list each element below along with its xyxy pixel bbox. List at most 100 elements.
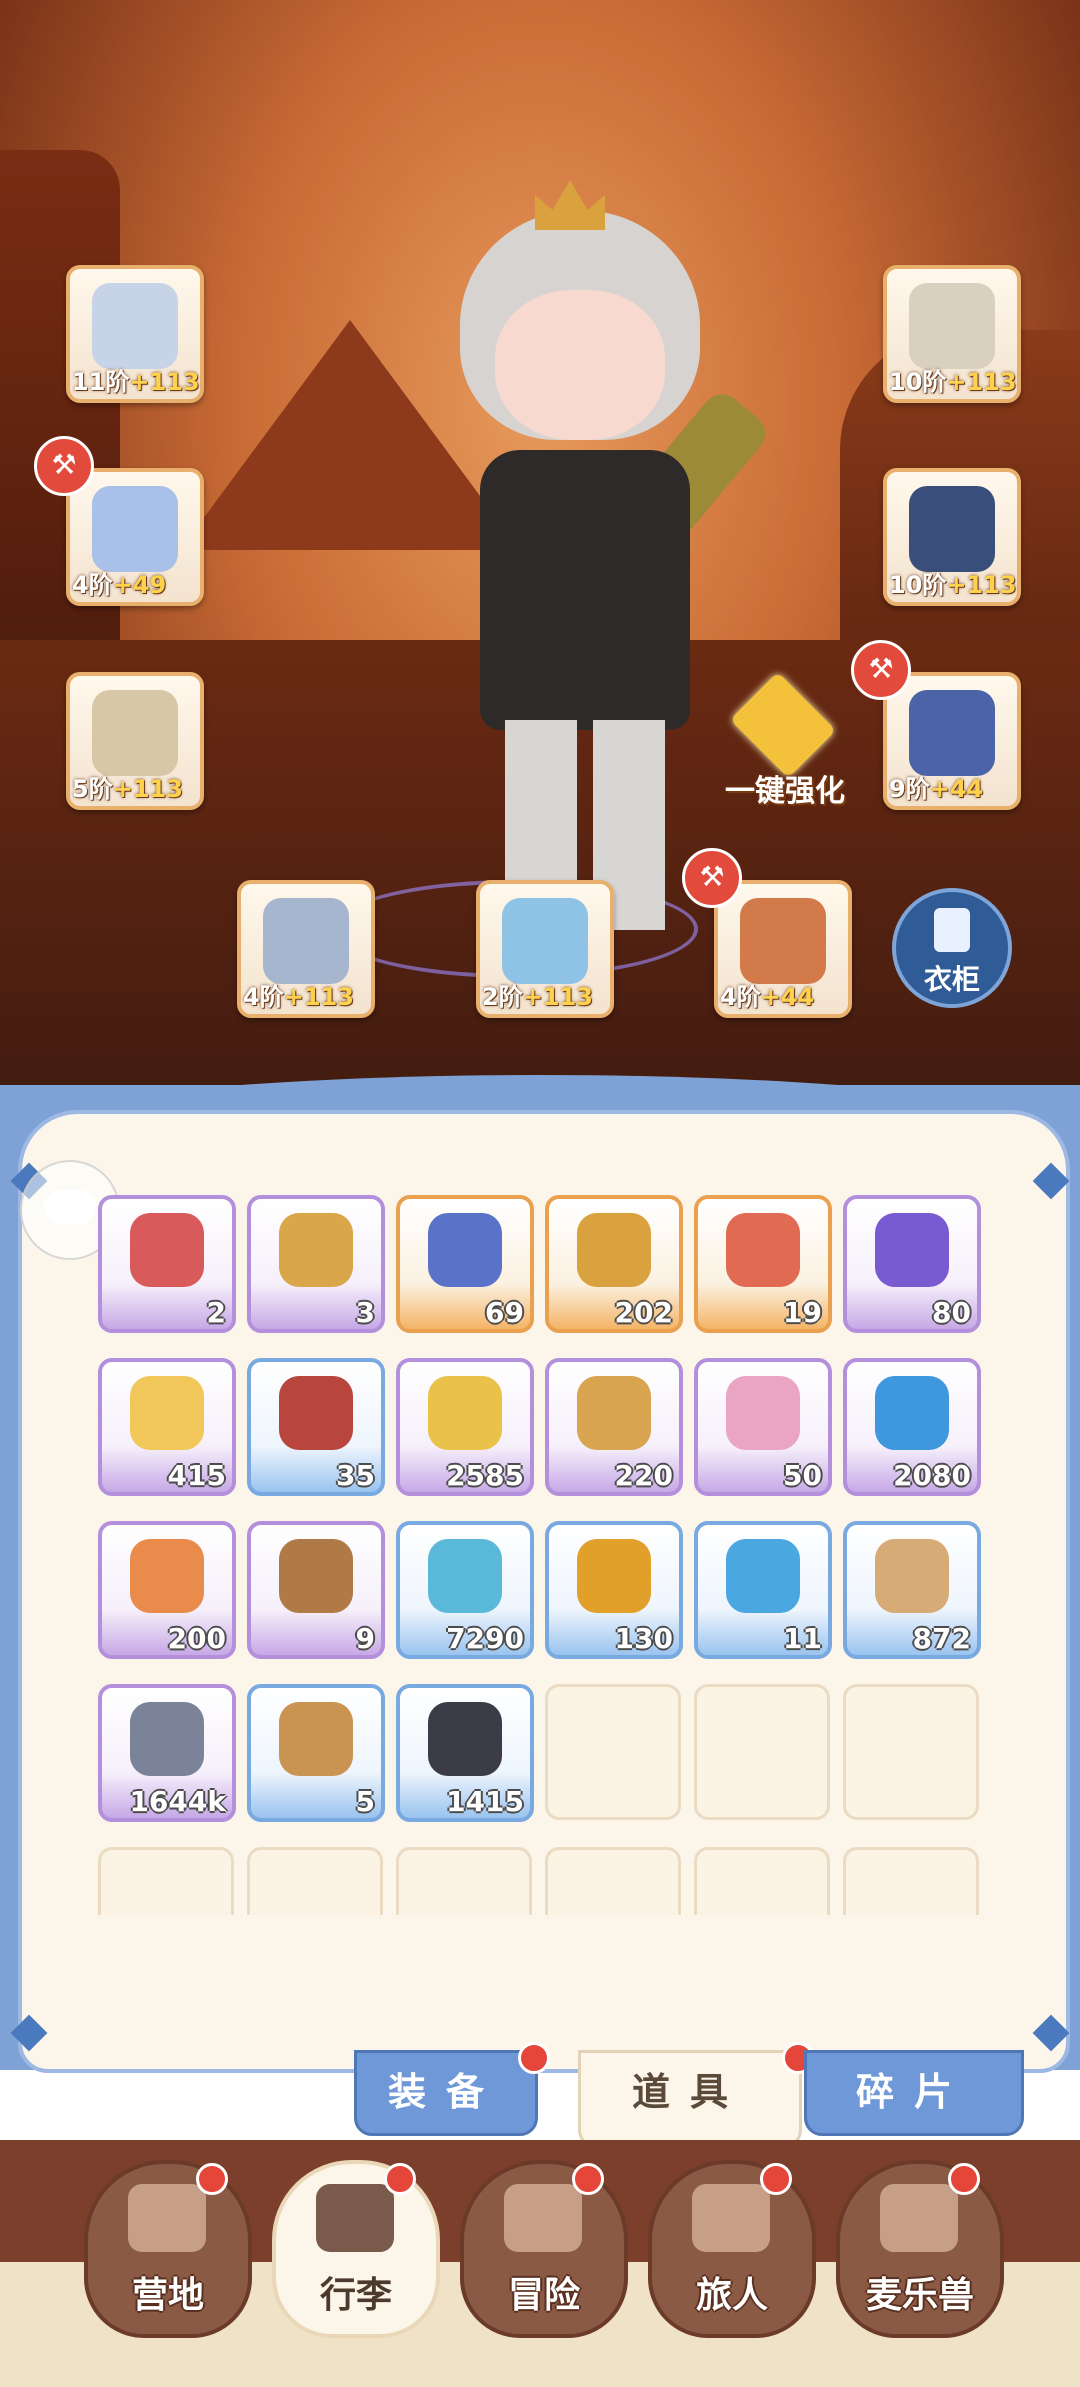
level-text: 4阶 [72, 571, 113, 599]
shoulder-icon [909, 486, 995, 572]
pet-icon [880, 2184, 958, 2252]
bonus-text: +44 [760, 983, 815, 1011]
nav-camp[interactable]: 营地 [84, 2160, 252, 2338]
ring-slot[interactable]: 4阶+113 [237, 880, 375, 1018]
level-text: 2阶 [482, 983, 523, 1011]
nav-adventure-label: 冒险 [507, 2275, 580, 2316]
belt-icon [92, 690, 178, 776]
tab-equipment[interactable]: 装备 [354, 2050, 538, 2136]
red-card-icon [726, 1213, 800, 1287]
helmet-slot[interactable]: 10阶+113 [883, 265, 1021, 403]
inventory-item[interactable]: 69 [396, 1195, 534, 1333]
empty-slot [396, 1847, 532, 1915]
shoulder-slot[interactable]: 10阶+113 [883, 468, 1021, 606]
inventory-item[interactable]: 19 [694, 1195, 832, 1333]
level-text: 4阶 [243, 983, 284, 1011]
slot-level: 4阶+44 [720, 977, 846, 1012]
notification-dot [760, 2163, 792, 2195]
blue-orb-icon [726, 1539, 800, 1613]
inventory-item[interactable]: 50 [694, 1358, 832, 1496]
inventory-item[interactable]: 1644k [98, 1684, 236, 1822]
inventory-item[interactable]: 5 [247, 1684, 385, 1822]
item-count: 69 [485, 1296, 524, 1329]
armor-slot[interactable]: 4阶+49 [66, 468, 204, 606]
inventory-item[interactable]: 9 [247, 1521, 385, 1659]
item-count: 35 [336, 1459, 375, 1492]
inventory-item[interactable]: 35 [247, 1358, 385, 1496]
nav-traveler-label: 旅人 [695, 2275, 768, 2316]
item-count: 80 [932, 1296, 971, 1329]
item-count: 19 [783, 1296, 822, 1329]
slot-level: 11阶+113 [72, 362, 200, 397]
anvil-icon [729, 671, 837, 779]
star-cookie-icon [577, 1376, 651, 1450]
castle-icon [128, 2184, 206, 2252]
item-count: 1415 [446, 1785, 524, 1818]
inventory-item[interactable]: 2 [98, 1195, 236, 1333]
ingot-icon [130, 1702, 204, 1776]
potion-icon [130, 1213, 204, 1287]
leaf-icon [428, 1376, 502, 1450]
one-click-enhance-button[interactable]: 一键强化 [700, 671, 870, 810]
nav-traveler[interactable]: 旅人 [648, 2160, 816, 2338]
slot-level: 10阶+113 [889, 565, 1017, 600]
inventory-item[interactable]: 872 [843, 1521, 981, 1659]
empty-slot [545, 1684, 681, 1820]
player-character[interactable] [420, 180, 774, 940]
inventory-item[interactable]: 200 [98, 1521, 236, 1659]
notification-dot [518, 2042, 550, 2074]
empty-slot [545, 1847, 681, 1915]
nav-adventure[interactable]: 冒险 [460, 2160, 628, 2338]
nav-luggage[interactable]: 行李 [272, 2160, 440, 2338]
tab-fragments[interactable]: 碎片 [804, 2050, 1024, 2136]
item-count: 5 [355, 1785, 375, 1818]
wardrobe-button[interactable]: 衣柜 [892, 888, 1012, 1008]
weapon-slot[interactable]: 11阶+113 [66, 265, 204, 403]
empty-slot [843, 1847, 979, 1915]
inventory-item[interactable]: 202 [545, 1195, 683, 1333]
purple-orb-icon [875, 1213, 949, 1287]
character-body [480, 450, 690, 730]
crystal-icon [428, 1539, 502, 1613]
level-text: 10阶 [889, 571, 947, 599]
wardrobe-icon [934, 908, 970, 952]
blue-card-icon [428, 1213, 502, 1287]
blue-slime-icon [875, 1376, 949, 1450]
charm-slot[interactable]: 4阶+44 [714, 880, 852, 1018]
bonus-text: +113 [112, 775, 183, 803]
bonus-text: +113 [522, 983, 593, 1011]
empty-slot [98, 1847, 234, 1915]
bonus-text: +113 [946, 368, 1017, 396]
nav-pet[interactable]: 麦乐兽 [836, 2160, 1004, 2338]
necklace-slot[interactable]: 2阶+113 [476, 880, 614, 1018]
bonus-text: +49 [112, 571, 167, 599]
belt-slot[interactable]: 5阶+113 [66, 672, 204, 810]
notification-dot [196, 2163, 228, 2195]
boots-slot[interactable]: 9阶+44 [883, 672, 1021, 810]
item-count: 7290 [446, 1622, 524, 1655]
bonus-text: +44 [929, 775, 984, 803]
bonus-text: +113 [283, 983, 354, 1011]
inventory-item[interactable]: 220 [545, 1358, 683, 1496]
boots-icon [909, 690, 995, 776]
inventory-item[interactable]: 415 [98, 1358, 236, 1496]
tab-items[interactable]: 道具 [578, 2050, 802, 2148]
notification-dot [948, 2163, 980, 2195]
nav-pet-label: 麦乐兽 [865, 2275, 974, 2316]
crown-icon [535, 180, 605, 230]
item-count: 1644k [129, 1785, 226, 1818]
inventory-item[interactable]: 7290 [396, 1521, 534, 1659]
inventory-item[interactable]: 3 [247, 1195, 385, 1333]
inventory-item[interactable]: 2585 [396, 1358, 534, 1496]
item-count: 2585 [446, 1459, 524, 1492]
gold-card-icon [577, 1213, 651, 1287]
inventory-item[interactable]: 2080 [843, 1358, 981, 1496]
inventory-item[interactable]: 130 [545, 1521, 683, 1659]
inventory-item[interactable]: 11 [694, 1521, 832, 1659]
item-count: 872 [912, 1622, 971, 1655]
inventory-item[interactable]: 80 [843, 1195, 981, 1333]
slot-level: 2阶+113 [482, 977, 608, 1012]
inventory-item[interactable]: 1415 [396, 1684, 534, 1822]
item-count: 200 [167, 1622, 226, 1655]
level-text: 11阶 [72, 368, 130, 396]
